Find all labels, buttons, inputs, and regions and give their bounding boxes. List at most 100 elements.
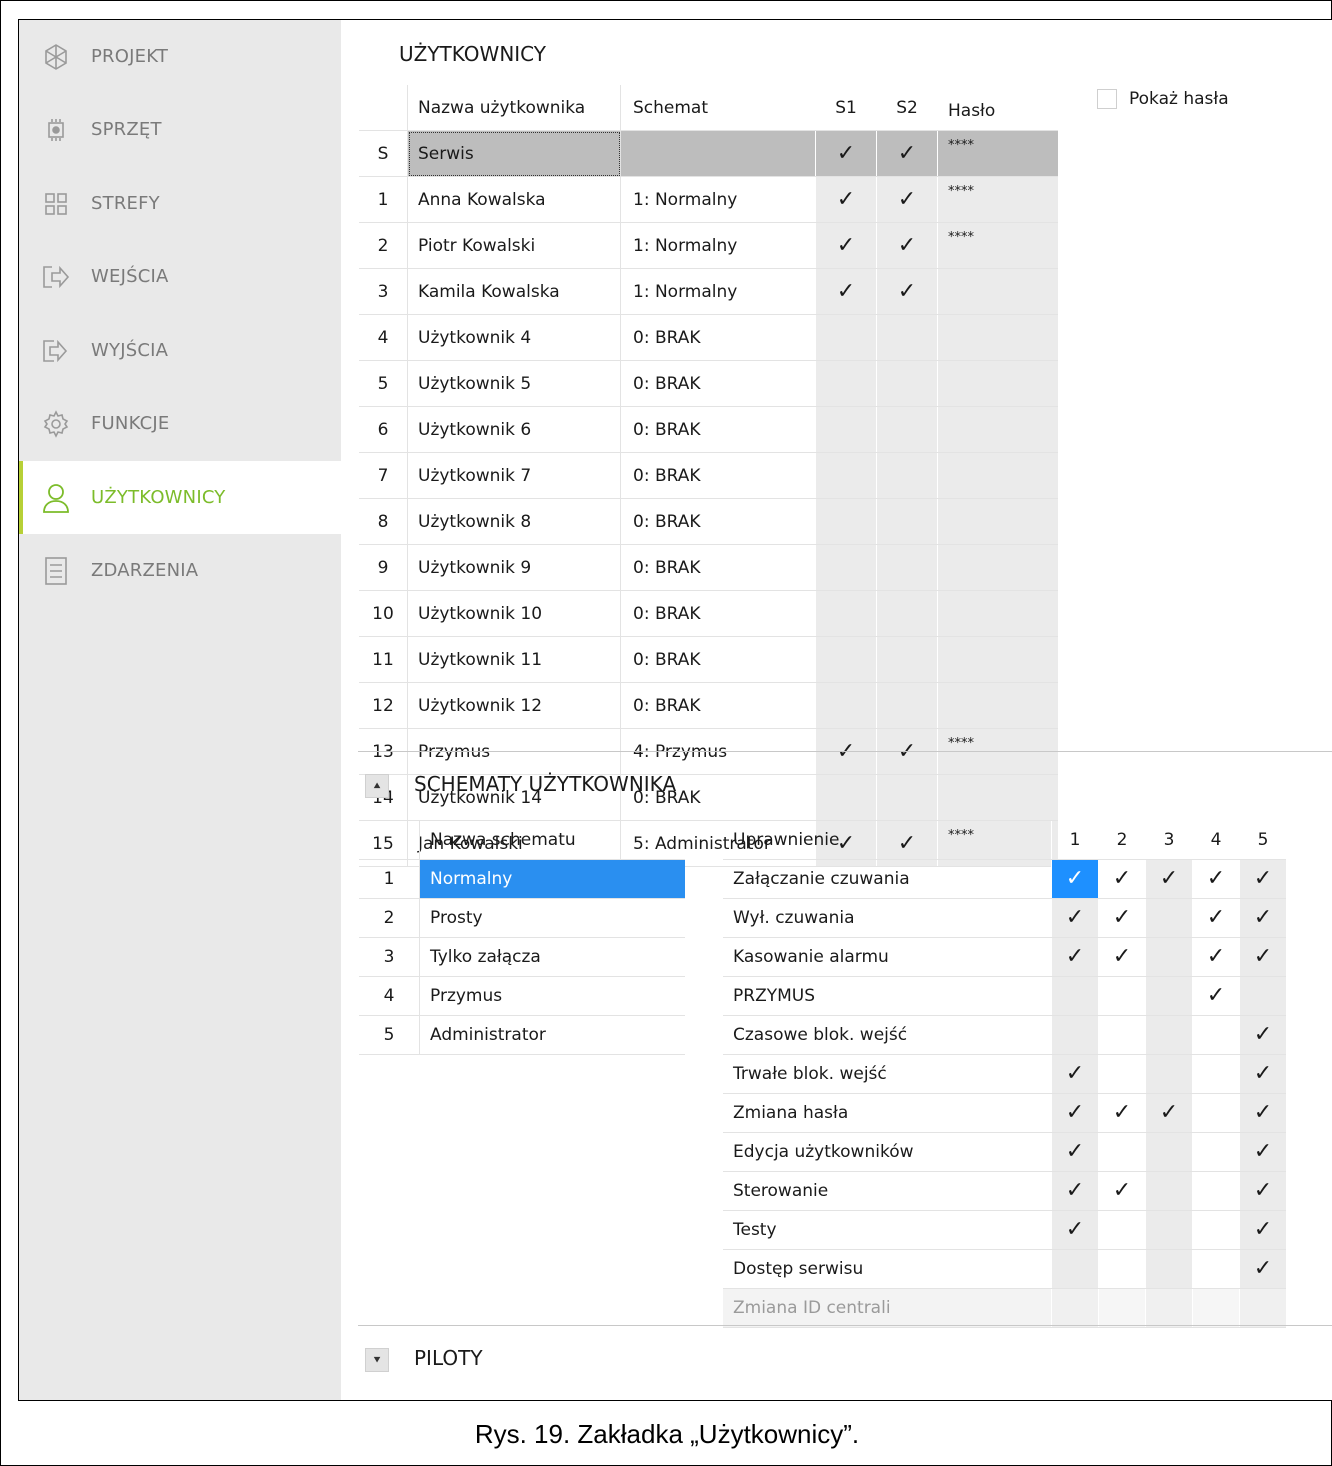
table-row[interactable]: Sterowanie ✓ ✓ ✓ [723, 1171, 1286, 1211]
s2-cell[interactable] [876, 636, 938, 683]
list-item[interactable]: 2 Prosty [359, 898, 685, 938]
s1-cell[interactable] [815, 636, 877, 683]
user-name-cell[interactable]: Użytkownik 12 [407, 682, 621, 729]
permission-check-cell[interactable] [1192, 1171, 1240, 1211]
scheme-name-cell[interactable]: Tylko załącza [419, 937, 685, 977]
permission-check-cell[interactable]: ✓ [1239, 1093, 1286, 1133]
scheme-cell[interactable]: 0: BRAK [620, 360, 816, 407]
permission-check-cell[interactable] [1145, 898, 1193, 938]
s1-cell[interactable]: ✓ [815, 176, 877, 223]
s1-cell[interactable]: ✓ [815, 268, 877, 315]
sidebar-item-sprzęt[interactable]: SPRZĘT [19, 93, 341, 166]
table-row[interactable]: Czasowe blok. wejść ✓ [723, 1015, 1286, 1055]
table-row[interactable]: 2 Piotr Kowalski 1: Normalny ✓ ✓ **** [359, 222, 1058, 269]
table-row[interactable]: 4 Użytkownik 4 0: BRAK [359, 314, 1058, 361]
permission-check-cell[interactable] [1145, 1171, 1193, 1211]
permission-check-cell[interactable]: ✓ [1239, 1015, 1286, 1055]
permission-check-cell[interactable] [1098, 1249, 1146, 1289]
s1-cell[interactable] [815, 774, 877, 821]
permission-check-cell[interactable]: ✓ [1051, 1171, 1099, 1211]
permission-check-cell[interactable] [1145, 976, 1193, 1016]
password-cell[interactable] [937, 590, 1058, 637]
scheme-cell[interactable]: 0: BRAK [620, 498, 816, 545]
permission-check-cell[interactable]: ✓ [1098, 859, 1146, 899]
permission-check-cell[interactable] [1192, 1210, 1240, 1250]
s1-cell[interactable] [815, 406, 877, 453]
scheme-cell[interactable] [620, 130, 816, 177]
permission-check-cell[interactable]: ✓ [1239, 1171, 1286, 1211]
user-name-cell[interactable]: Użytkownik 11 [407, 636, 621, 683]
table-row[interactable]: 7 Użytkownik 7 0: BRAK [359, 452, 1058, 499]
table-row[interactable]: 5 Użytkownik 5 0: BRAK [359, 360, 1058, 407]
permission-check-cell[interactable]: ✓ [1192, 859, 1240, 899]
s2-cell[interactable]: ✓ [876, 130, 938, 177]
permission-check-cell[interactable] [1192, 1054, 1240, 1094]
s2-cell[interactable]: ✓ [876, 222, 938, 269]
permission-check-cell[interactable]: ✓ [1051, 937, 1099, 977]
s1-cell[interactable] [815, 544, 877, 591]
list-item[interactable]: 5 Administrator [359, 1015, 685, 1055]
permission-check-cell[interactable]: ✓ [1098, 1171, 1146, 1211]
s2-cell[interactable] [876, 682, 938, 729]
permission-check-cell[interactable]: ✓ [1239, 1249, 1286, 1289]
permission-check-cell[interactable] [1145, 1249, 1193, 1289]
table-row[interactable]: Testy ✓ ✓ [723, 1210, 1286, 1250]
permission-check-cell[interactable] [1098, 1288, 1146, 1328]
password-cell[interactable] [937, 268, 1058, 315]
permission-check-cell[interactable] [1145, 937, 1193, 977]
scheme-cell[interactable]: 0: BRAK [620, 636, 816, 683]
scheme-cell[interactable]: 1: Normalny [620, 268, 816, 315]
table-row[interactable]: Zmiana ID centrali [723, 1288, 1286, 1328]
permission-check-cell[interactable] [1145, 1132, 1193, 1172]
permission-check-cell[interactable]: ✓ [1098, 1093, 1146, 1133]
list-item[interactable]: 1 Normalny [359, 859, 685, 899]
permission-check-cell[interactable]: ✓ [1239, 859, 1286, 899]
sidebar-item-wyjścia[interactable]: WYJŚCIA [19, 314, 341, 387]
permission-check-cell[interactable] [1098, 1054, 1146, 1094]
user-name-cell[interactable]: Użytkownik 6 [407, 406, 621, 453]
table-row[interactable]: 3 Kamila Kowalska 1: Normalny ✓ ✓ [359, 268, 1058, 315]
permission-check-cell[interactable]: ✓ [1239, 1210, 1286, 1250]
permission-check-cell[interactable] [1098, 976, 1146, 1016]
permission-check-cell[interactable]: ✓ [1239, 1054, 1286, 1094]
permission-check-cell[interactable] [1192, 1288, 1240, 1328]
permission-check-cell[interactable]: ✓ [1192, 976, 1240, 1016]
permission-check-cell[interactable] [1145, 1210, 1193, 1250]
password-cell[interactable] [937, 636, 1058, 683]
s2-cell[interactable]: ✓ [876, 176, 938, 223]
s2-cell[interactable] [876, 544, 938, 591]
permission-check-cell[interactable] [1051, 1015, 1099, 1055]
permission-check-cell[interactable]: ✓ [1051, 1054, 1099, 1094]
permission-check-cell[interactable]: ✓ [1192, 937, 1240, 977]
table-row[interactable]: S Serwis ✓ ✓ **** [359, 130, 1058, 177]
user-name-cell[interactable]: Serwis [407, 130, 621, 177]
permission-check-cell[interactable] [1192, 1093, 1240, 1133]
s1-cell[interactable]: ✓ [815, 130, 877, 177]
permission-check-cell[interactable] [1239, 1288, 1286, 1328]
table-row[interactable]: 12 Użytkownik 12 0: BRAK [359, 682, 1058, 729]
password-cell[interactable] [937, 544, 1058, 591]
permission-check-cell[interactable] [1192, 1015, 1240, 1055]
s1-cell[interactable] [815, 452, 877, 499]
user-name-cell[interactable]: Użytkownik 5 [407, 360, 621, 407]
table-row[interactable]: Załączanie czuwania ✓ ✓ ✓ ✓ ✓ [723, 859, 1286, 899]
password-cell[interactable] [937, 774, 1058, 821]
scheme-name-cell[interactable]: Prosty [419, 898, 685, 938]
permission-check-cell[interactable]: ✓ [1051, 1210, 1099, 1250]
user-name-cell[interactable]: Anna Kowalska [407, 176, 621, 223]
s1-cell[interactable] [815, 590, 877, 637]
s2-cell[interactable] [876, 774, 938, 821]
scheme-cell[interactable]: 0: BRAK [620, 682, 816, 729]
table-row[interactable]: 1 Anna Kowalska 1: Normalny ✓ ✓ **** [359, 176, 1058, 223]
permission-check-cell[interactable] [1192, 1249, 1240, 1289]
table-row[interactable]: 11 Użytkownik 11 0: BRAK [359, 636, 1058, 683]
permission-check-cell[interactable] [1098, 1132, 1146, 1172]
user-name-cell[interactable]: Kamila Kowalska [407, 268, 621, 315]
s2-cell[interactable] [876, 590, 938, 637]
table-row[interactable]: Wył. czuwania ✓ ✓ ✓ ✓ [723, 898, 1286, 938]
user-name-cell[interactable]: Użytkownik 7 [407, 452, 621, 499]
user-name-cell[interactable]: Piotr Kowalski [407, 222, 621, 269]
s1-cell[interactable] [815, 360, 877, 407]
table-row[interactable]: Kasowanie alarmu ✓ ✓ ✓ ✓ [723, 937, 1286, 977]
table-row[interactable]: Edycja użytkowników ✓ ✓ [723, 1132, 1286, 1172]
